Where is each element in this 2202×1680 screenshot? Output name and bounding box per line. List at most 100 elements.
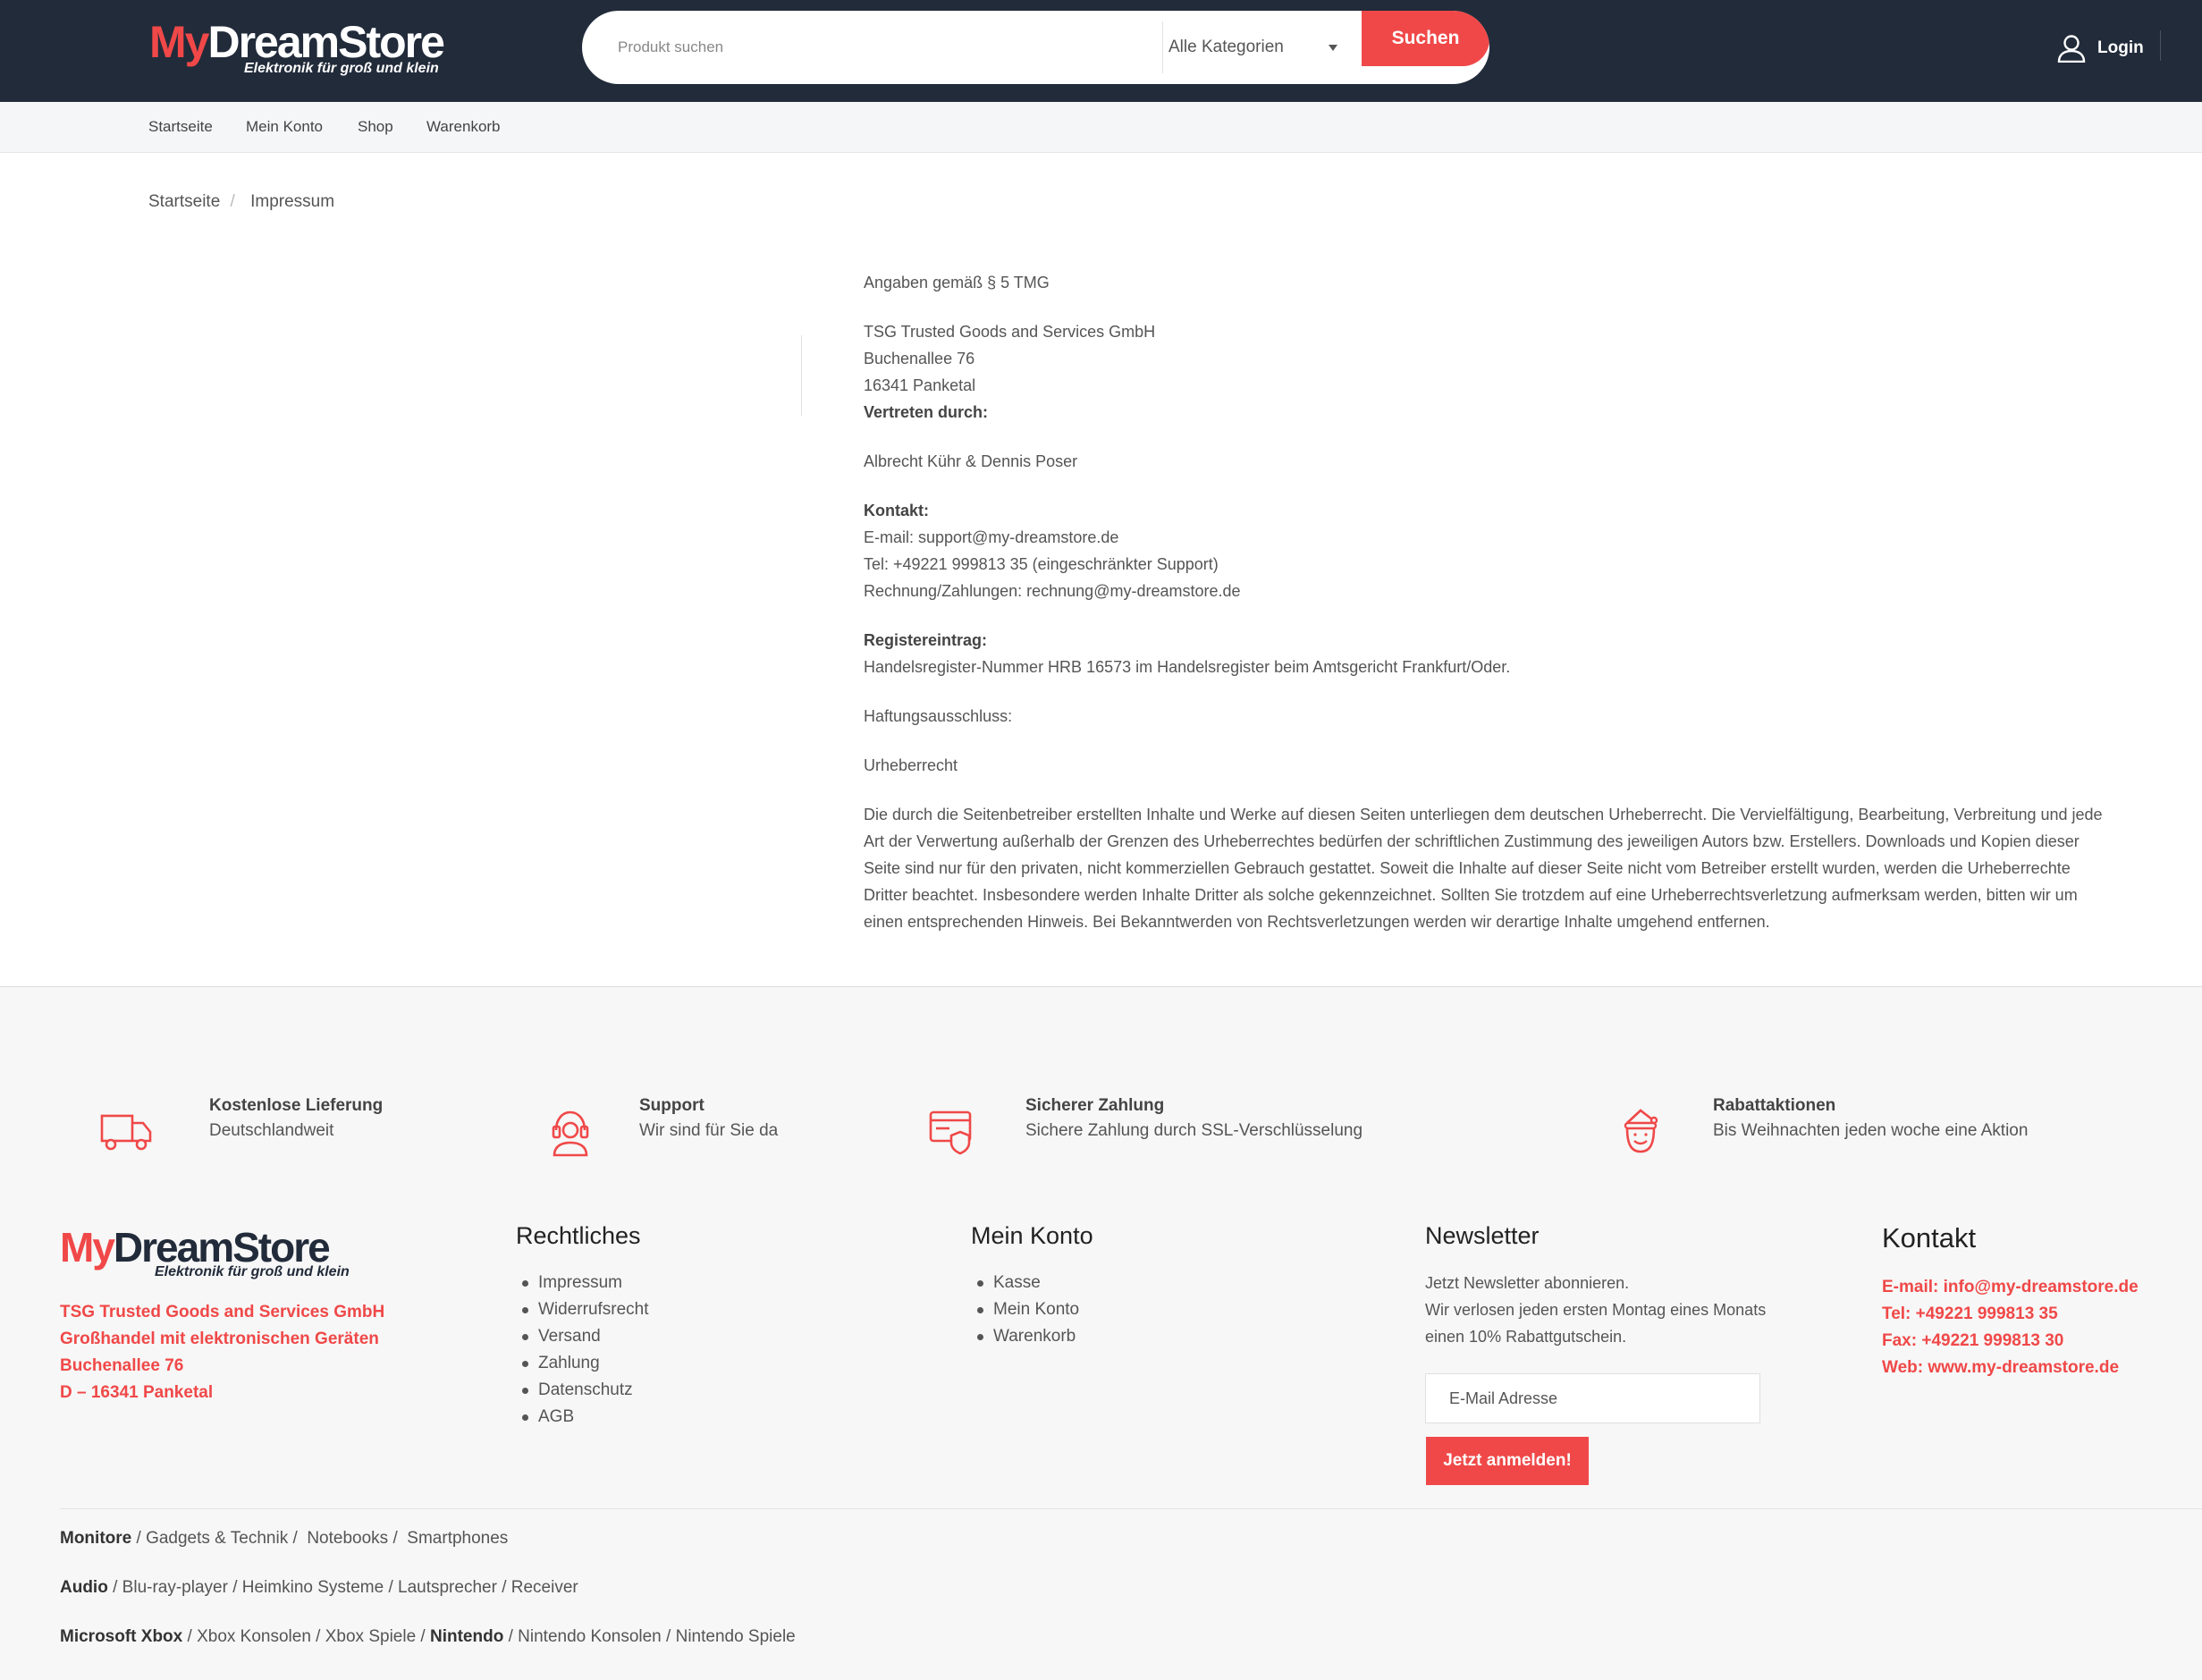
address-line: Großhandel mit elektronischen Geräten: [60, 1330, 379, 1348]
footer-logo[interactable]: MyDreamStore Elektronik für groß und kle…: [60, 1227, 350, 1280]
legal-list: Impressum Widerrufsrecht Versand Zahlung…: [522, 1270, 649, 1431]
category-link-audio[interactable]: Audio: [60, 1578, 108, 1597]
category-select-value: Alle Kategorien: [1168, 38, 1284, 56]
copyright-line: Art der Verwertung außerhalb der Grenzen…: [864, 832, 2080, 850]
address-line: D – 16341 Panketal: [60, 1383, 214, 1402]
category-link-xbox-konsolen[interactable]: Xbox Konsolen: [197, 1627, 311, 1646]
newsletter-heading: Newsletter: [1425, 1222, 1540, 1249]
login-label: Login: [2097, 38, 2144, 57]
newsletter-text-line: Wir verlosen jeden ersten Montag eines M…: [1425, 1301, 1767, 1319]
feature-subtitle: Sichere Zahlung durch SSL-Verschlüsselun…: [1025, 1121, 1363, 1140]
contact-email-link[interactable]: E-mail: info@my-dreamstore.de: [1882, 1274, 2139, 1301]
represented-label: Vertreten durch:: [864, 403, 989, 421]
copyright-line: einen entsprechenden Hinweis. Bei Bekann…: [864, 913, 1770, 931]
represented-names: Albrecht Kühr & Dennis Poser: [864, 452, 1078, 470]
breadcrumb-home[interactable]: Startseite: [148, 192, 220, 211]
register-block: Registereintrag: Handelsregister-Nummer …: [864, 627, 2142, 680]
content-divider: [801, 335, 802, 416]
search-bar: Alle Kategorien Suchen: [582, 11, 1489, 84]
legal-link-widerrufsrecht[interactable]: Widerrufsrecht: [522, 1296, 649, 1323]
contact-block: Kontakt: E-mail: support@my-dreamstore.d…: [864, 497, 2142, 604]
search-input[interactable]: [582, 11, 1163, 84]
nav-item-startseite[interactable]: Startseite: [148, 118, 213, 136]
legal-link-versand[interactable]: Versand: [522, 1323, 649, 1350]
category-link-notebooks[interactable]: Notebooks: [307, 1529, 388, 1548]
company-street: Buchenallee 76: [864, 350, 975, 367]
category-link-xbox-spiele[interactable]: Xbox Spiele: [325, 1627, 416, 1646]
newsletter-text-line: einen 10% Rabattgutschein.: [1425, 1328, 1627, 1346]
breadcrumb-separator: /: [230, 192, 235, 211]
category-link-xbox[interactable]: Microsoft Xbox: [60, 1627, 182, 1646]
nav-item-mein-konto[interactable]: Mein Konto: [246, 118, 323, 136]
newsletter-text-line: Jetzt Newsletter abonnieren.: [1425, 1274, 1630, 1292]
category-link-receiver[interactable]: Receiver: [511, 1578, 578, 1597]
nav-item-warenkorb[interactable]: Warenkorb: [426, 118, 501, 136]
chevron-down-icon: [1329, 45, 1337, 51]
company-name: TSG Trusted Goods and Services GmbH: [864, 323, 1156, 341]
category-link-gadgets[interactable]: Gadgets & Technik: [146, 1529, 288, 1548]
feature-title: Kostenlose Lieferung: [209, 1096, 384, 1115]
contact-web-link[interactable]: Web: www.my-dreamstore.de: [1882, 1355, 2139, 1381]
login-link[interactable]: Login: [2056, 34, 2144, 63]
impressum-heading: Angaben gemäß § 5 TMG: [864, 274, 1050, 291]
feature-subtitle: Bis Weihnachten jeden woche eine Aktion: [1713, 1121, 2029, 1140]
account-link-kasse[interactable]: Kasse: [977, 1270, 1079, 1296]
register-text: Handelsregister-Nummer HRB 16573 im Hand…: [864, 658, 1511, 676]
logo-my: My: [60, 1224, 115, 1271]
category-link-heimkino[interactable]: Heimkino Systeme: [242, 1578, 384, 1597]
newsletter-subscribe-button[interactable]: Jetzt anmelden!: [1426, 1437, 1589, 1485]
category-link-bluray[interactable]: Blu-ray-player: [122, 1578, 228, 1597]
footer-contact: E-mail: info@my-dreamstore.de Tel: +4922…: [1882, 1274, 2139, 1381]
category-link-monitore[interactable]: Monitore: [60, 1529, 131, 1548]
account-list: Kasse Mein Konto Warenkorb: [977, 1270, 1079, 1350]
copyright-line: Seite sind nur für den privaten, nicht k…: [864, 859, 2071, 877]
legal-link-impressum[interactable]: Impressum: [522, 1270, 649, 1296]
liability-heading: Haftungsausschluss:: [864, 707, 1013, 725]
contact-email: E-mail: support@my-dreamstore.de: [864, 528, 1119, 546]
legal-link-zahlung[interactable]: Zahlung: [522, 1350, 649, 1377]
contact-fax: Fax: +49221 999813 30: [1882, 1331, 2064, 1350]
copyright-line: Dritter beachtet. Insbesondere werden In…: [864, 886, 2078, 904]
feature-support: Support Wir sind für Sie da: [639, 1096, 778, 1141]
legal-heading: Rechtliches: [516, 1222, 641, 1249]
contact-label: Kontakt:: [864, 502, 929, 519]
header-divider: [2160, 30, 2161, 61]
category-link-smartphones[interactable]: Smartphones: [407, 1529, 508, 1548]
contact-tel-link[interactable]: Tel: +49221 999813 35: [1882, 1301, 2139, 1328]
copyright-heading: Urheberrecht: [864, 756, 958, 774]
category-link-nintendo-konsolen[interactable]: Nintendo Konsolen: [518, 1627, 662, 1646]
category-link-nintendo-spiele[interactable]: Nintendo Spiele: [676, 1627, 796, 1646]
account-link-warenkorb[interactable]: Warenkorb: [977, 1323, 1079, 1350]
address-line: TSG Trusted Goods and Services GmbH: [60, 1303, 385, 1321]
feature-title: Support: [639, 1096, 704, 1115]
category-link-lautsprecher[interactable]: Lautsprecher: [398, 1578, 497, 1597]
logo[interactable]: MyDreamStore Elektronik für groß und kle…: [149, 17, 445, 77]
account-link-mein-konto[interactable]: Mein Konto: [977, 1296, 1079, 1323]
feature-subtitle: Wir sind für Sie da: [639, 1121, 779, 1140]
logo-tagline: Elektronik für groß und klein: [244, 61, 439, 76]
legal-link-datenschutz[interactable]: Datenschutz: [522, 1377, 649, 1404]
company-city: 16341 Panketal: [864, 376, 976, 394]
truck-icon: [100, 1114, 152, 1151]
company-address: TSG Trusted Goods and Services GmbH Buch…: [864, 318, 2142, 426]
newsletter-email-input[interactable]: [1425, 1373, 1760, 1423]
nav-item-shop[interactable]: Shop: [358, 118, 393, 136]
secure-card-icon: [929, 1110, 972, 1155]
santa-icon: [1624, 1109, 1658, 1153]
address-line: Buchenallee 76: [60, 1356, 184, 1375]
main-nav: Startseite Mein Konto Shop Warenkorb: [0, 102, 2202, 153]
legal-link-agb[interactable]: AGB: [522, 1404, 649, 1431]
feature-title: Sicherer Zahlung: [1025, 1096, 1165, 1115]
headset-icon: [552, 1110, 589, 1157]
newsletter-text: Jetzt Newsletter abonnieren. Wir verlose…: [1425, 1270, 1766, 1350]
search-button[interactable]: Suchen: [1362, 11, 1489, 66]
contact-tel: Tel: +49221 999813 35 (eingeschränkter S…: [864, 555, 1219, 573]
feature-discounts: Rabattaktionen Bis Weihnachten jeden woc…: [1713, 1096, 2028, 1141]
contact-heading: Kontakt: [1882, 1222, 1977, 1254]
feature-payment: Sicherer Zahlung Sichere Zahlung durch S…: [1025, 1096, 1363, 1141]
category-row: Microsoft Xbox / Xbox Konsolen / Xbox Sp…: [60, 1627, 796, 1646]
category-link-nintendo[interactable]: Nintendo: [430, 1627, 503, 1646]
logo-my: My: [149, 17, 209, 67]
breadcrumb: Startseite / Impressum: [148, 192, 334, 212]
footer-divider: [60, 1508, 2202, 1509]
